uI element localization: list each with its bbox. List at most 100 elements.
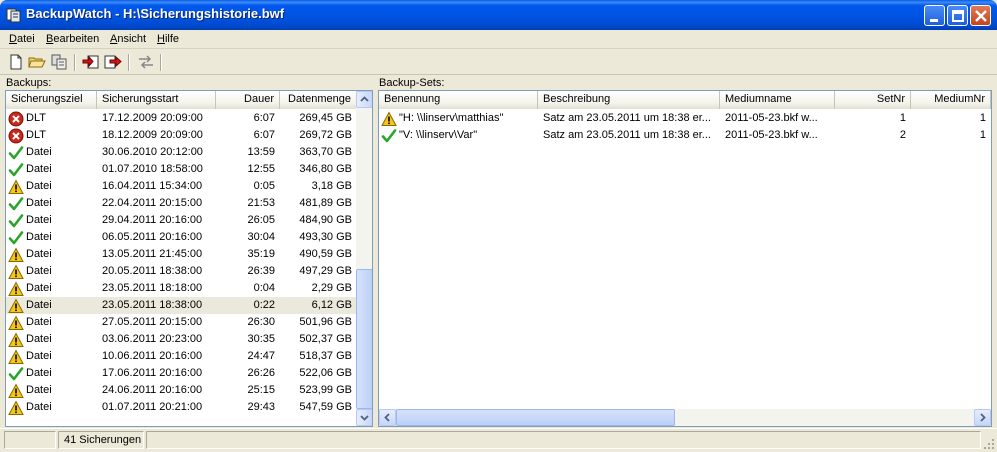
column-datenmenge[interactable]: Datenmenge bbox=[280, 91, 357, 109]
column-sicherungsziel[interactable]: Sicherungsziel bbox=[6, 91, 97, 109]
cell-target-label: Datei bbox=[26, 146, 52, 158]
new-file-icon[interactable] bbox=[7, 53, 25, 71]
cell-size: 3,18 GB bbox=[311, 180, 352, 192]
cell-target-label: Datei bbox=[26, 214, 52, 226]
table-row[interactable]: Datei 10.06.2011 20:16:00 24:47 518,37 GB bbox=[6, 348, 357, 365]
warning-icon bbox=[8, 246, 24, 262]
import-icon[interactable] bbox=[82, 53, 100, 71]
backup-sets-label: Backup-Sets: bbox=[379, 77, 445, 89]
cell-target-label: DLT bbox=[26, 129, 46, 141]
table-row[interactable]: Datei 01.07.2011 20:21:00 29:43 547,59 GB bbox=[6, 399, 357, 416]
column-benennung[interactable]: Benennung bbox=[379, 91, 538, 109]
cell-target: DLT bbox=[6, 127, 97, 144]
cell-size: 522,06 GB bbox=[299, 367, 352, 379]
scroll-thumb[interactable] bbox=[396, 409, 675, 426]
scroll-thumb[interactable] bbox=[356, 269, 372, 409]
cell-target-label: Datei bbox=[26, 350, 52, 362]
cell-target: Datei bbox=[6, 348, 97, 365]
cell-start: 22.04.2011 20:15:00 bbox=[102, 197, 203, 209]
backup-sets-horizontal-scrollbar[interactable] bbox=[379, 409, 991, 426]
table-row[interactable]: Datei 22.04.2011 20:15:00 21:53 481,89 GB bbox=[6, 195, 357, 212]
cell-size: 346,80 GB bbox=[299, 163, 352, 175]
maximize-button[interactable] bbox=[947, 5, 968, 26]
cell-name: "V: \\linserv\Var" bbox=[379, 127, 538, 144]
chevron-down-icon bbox=[360, 415, 369, 421]
cell-target-label: Datei bbox=[26, 401, 52, 413]
column-mediumnr[interactable]: MediumNr bbox=[911, 91, 991, 109]
cell-size: 490,59 GB bbox=[299, 248, 352, 260]
cell-target: Datei bbox=[6, 195, 97, 212]
table-row[interactable]: "H: \\linserv\matthias" Satz am 23.05.201… bbox=[379, 110, 991, 127]
scroll-left-button[interactable] bbox=[379, 409, 396, 426]
column-setnr[interactable]: SetNr bbox=[835, 91, 911, 109]
table-row[interactable]: Datei 23.05.2011 18:38:00 0:22 6,12 GB bbox=[6, 297, 357, 314]
toolbar-separator bbox=[74, 54, 76, 71]
table-row[interactable]: Datei 27.05.2011 20:15:00 26:30 501,96 GB bbox=[6, 314, 357, 331]
toolbar-separator bbox=[128, 54, 130, 71]
status-pane-main bbox=[146, 431, 981, 449]
warning-icon bbox=[8, 297, 24, 313]
cell-start: 29.04.2011 20:16:00 bbox=[102, 214, 203, 226]
cell-size: 547,59 GB bbox=[299, 401, 352, 413]
cell-start: 27.05.2011 20:15:00 bbox=[102, 316, 203, 328]
backup-sets-list[interactable]: Benennung Beschreibung Mediumname SetNr … bbox=[378, 90, 992, 427]
scroll-up-button[interactable] bbox=[356, 91, 372, 108]
cell-size: 6,12 GB bbox=[311, 299, 352, 311]
column-beschreibung[interactable]: Beschreibung bbox=[538, 91, 720, 109]
table-row[interactable]: Datei 17.06.2011 20:16:00 26:26 522,06 GB bbox=[6, 365, 357, 382]
properties-icon[interactable] bbox=[50, 53, 68, 71]
cell-duration: 29:43 bbox=[247, 401, 275, 413]
table-row[interactable]: Datei 20.05.2011 18:38:00 26:39 497,29 GB bbox=[6, 263, 357, 280]
cell-duration: 21:53 bbox=[247, 197, 275, 209]
table-row[interactable]: Datei 03.06.2011 20:23:00 30:35 502,37 GB bbox=[6, 331, 357, 348]
title-bar[interactable]: BackupWatch - H:\Sicherungshistorie.bwf bbox=[0, 0, 997, 30]
checkmark-icon bbox=[8, 162, 24, 176]
chevron-right-icon bbox=[980, 413, 986, 422]
table-row[interactable]: Datei 16.04.2011 15:34:00 0:05 3,18 GB bbox=[6, 178, 357, 195]
column-dauer[interactable]: Dauer bbox=[216, 91, 280, 109]
column-sicherungsstart[interactable]: Sicherungsstart bbox=[97, 91, 216, 109]
table-row[interactable]: Datei 01.07.2010 18:58:00 12:55 346,80 GB bbox=[6, 161, 357, 178]
column-mediumname[interactable]: Mediumname bbox=[720, 91, 835, 109]
table-row[interactable]: Datei 06.05.2011 20:16:00 30:04 493,30 GB bbox=[6, 229, 357, 246]
table-row[interactable]: DLT 17.12.2009 20:09:00 6:07 269,45 GB bbox=[6, 110, 357, 127]
resize-grip-icon[interactable] bbox=[983, 438, 995, 450]
cell-target: Datei bbox=[6, 263, 97, 280]
warning-icon bbox=[8, 331, 24, 347]
table-row[interactable]: Datei 30.06.2010 20:12:00 13:59 363,70 GB bbox=[6, 144, 357, 161]
compare-icon[interactable] bbox=[137, 53, 155, 71]
close-button[interactable] bbox=[970, 5, 991, 26]
menu-ansicht[interactable]: Ansicht bbox=[110, 33, 146, 45]
table-row[interactable]: "V: \\linserv\Var" Satz am 23.05.2011 um … bbox=[379, 127, 991, 144]
table-row[interactable]: DLT 18.12.2009 20:09:00 6:07 269,72 GB bbox=[6, 127, 357, 144]
cell-target: Datei bbox=[6, 212, 97, 229]
table-row[interactable]: Datei 24.06.2011 20:16:00 25:15 523,99 GB bbox=[6, 382, 357, 399]
table-row[interactable]: Datei 23.05.2011 18:18:00 0:04 2,29 GB bbox=[6, 280, 357, 297]
cell-target: Datei bbox=[6, 229, 97, 246]
scroll-right-button[interactable] bbox=[974, 409, 991, 426]
error-icon bbox=[8, 128, 24, 143]
cell-size: 363,70 GB bbox=[299, 146, 352, 158]
open-folder-icon[interactable] bbox=[28, 53, 46, 71]
cell-target-label: Datei bbox=[26, 299, 52, 311]
export-icon[interactable] bbox=[104, 53, 122, 71]
backups-list[interactable]: Sicherungsziel Sicherungsstart Dauer Dat… bbox=[5, 90, 373, 427]
table-row[interactable]: Datei 29.04.2011 20:16:00 26:05 484,90 GB bbox=[6, 212, 357, 229]
table-row[interactable]: Datei 13.05.2011 21:45:00 35:19 490,59 GB bbox=[6, 246, 357, 263]
menu-hilfe[interactable]: Hilfe bbox=[157, 33, 179, 45]
menu-datei[interactable]: Datei bbox=[9, 33, 35, 45]
backups-vertical-scrollbar[interactable] bbox=[356, 91, 372, 426]
cell-duration: 26:30 bbox=[247, 316, 275, 328]
toolbar-separator bbox=[160, 54, 162, 71]
minimize-button[interactable] bbox=[924, 5, 945, 26]
cell-target: Datei bbox=[6, 382, 97, 399]
cell-target: DLT bbox=[6, 110, 97, 127]
status-count: 41 Sicherungen bbox=[58, 431, 144, 449]
menu-bar: Datei Bearbeiten Ansicht Hilfe bbox=[0, 30, 997, 49]
cell-size: 497,29 GB bbox=[299, 265, 352, 277]
cell-medium-number: 1 bbox=[979, 112, 986, 124]
scroll-down-button[interactable] bbox=[356, 409, 372, 426]
cell-duration: 35:19 bbox=[247, 248, 275, 260]
warning-icon bbox=[8, 382, 24, 398]
menu-bearbeiten[interactable]: Bearbeiten bbox=[46, 33, 99, 45]
